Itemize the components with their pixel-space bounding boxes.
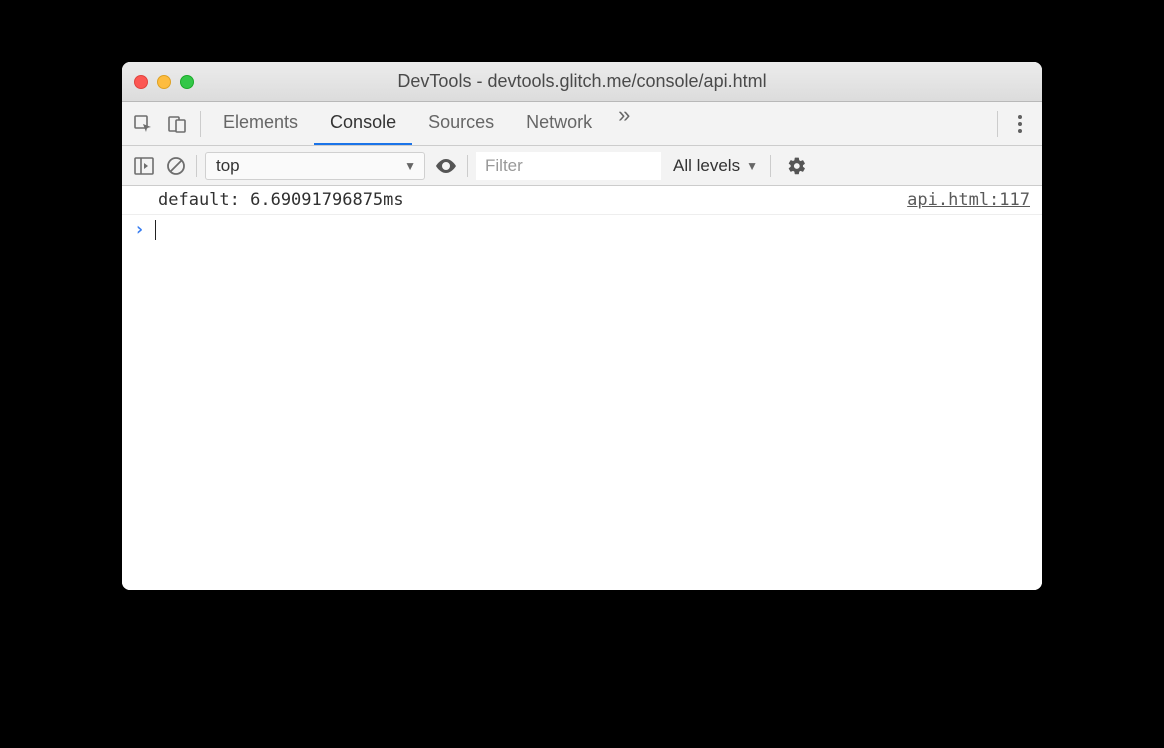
- divider: [997, 111, 998, 137]
- inspect-element-icon[interactable]: [132, 113, 154, 135]
- traffic-lights: [134, 75, 194, 89]
- execution-context-selector[interactable]: top ▼: [205, 152, 425, 180]
- console-toolbar: top ▼ All levels ▼: [122, 146, 1042, 186]
- device-toggle-icon[interactable]: [166, 113, 188, 135]
- text-cursor: [155, 220, 157, 240]
- tab-console[interactable]: Console: [314, 102, 412, 145]
- prompt-caret-icon: ›: [134, 219, 145, 240]
- window-minimize-button[interactable]: [157, 75, 171, 89]
- window-close-button[interactable]: [134, 75, 148, 89]
- divider: [196, 155, 197, 177]
- console-log-row: default: 6.69091796875ms api.html:117: [122, 186, 1042, 215]
- live-expression-icon[interactable]: [433, 153, 459, 179]
- tabbar-left-controls: [132, 102, 200, 145]
- levels-label: All levels: [673, 156, 740, 176]
- devtools-window: DevTools - devtools.glitch.me/console/ap…: [122, 62, 1042, 590]
- titlebar: DevTools - devtools.glitch.me/console/ap…: [122, 62, 1042, 102]
- main-tabbar: Elements Console Sources Network »: [122, 102, 1042, 146]
- tabbar-right-controls: [997, 102, 1032, 145]
- console-settings-icon[interactable]: [785, 154, 809, 178]
- chevron-down-icon: ▼: [404, 159, 416, 173]
- filter-input[interactable]: [476, 152, 661, 180]
- console-prompt[interactable]: ›: [122, 215, 1042, 244]
- sidebar-toggle-icon[interactable]: [132, 154, 156, 178]
- divider: [770, 155, 771, 177]
- window-title: DevTools - devtools.glitch.me/console/ap…: [397, 71, 766, 92]
- window-zoom-button[interactable]: [180, 75, 194, 89]
- tab-network[interactable]: Network: [510, 102, 608, 145]
- more-tabs-button[interactable]: »: [608, 102, 640, 145]
- devtools-menu-button[interactable]: [1008, 109, 1032, 139]
- clear-console-icon[interactable]: [164, 154, 188, 178]
- tab-sources[interactable]: Sources: [412, 102, 510, 145]
- divider: [467, 155, 468, 177]
- log-levels-selector[interactable]: All levels ▼: [669, 156, 762, 176]
- console-output: default: 6.69091796875ms api.html:117 ›: [122, 186, 1042, 590]
- tab-elements[interactable]: Elements: [207, 102, 314, 145]
- chevron-down-icon: ▼: [746, 159, 758, 173]
- panel-tabs: Elements Console Sources Network »: [201, 102, 640, 145]
- context-label: top: [216, 156, 240, 176]
- log-message: default: 6.69091796875ms: [158, 190, 404, 210]
- log-source-link[interactable]: api.html:117: [907, 190, 1030, 210]
